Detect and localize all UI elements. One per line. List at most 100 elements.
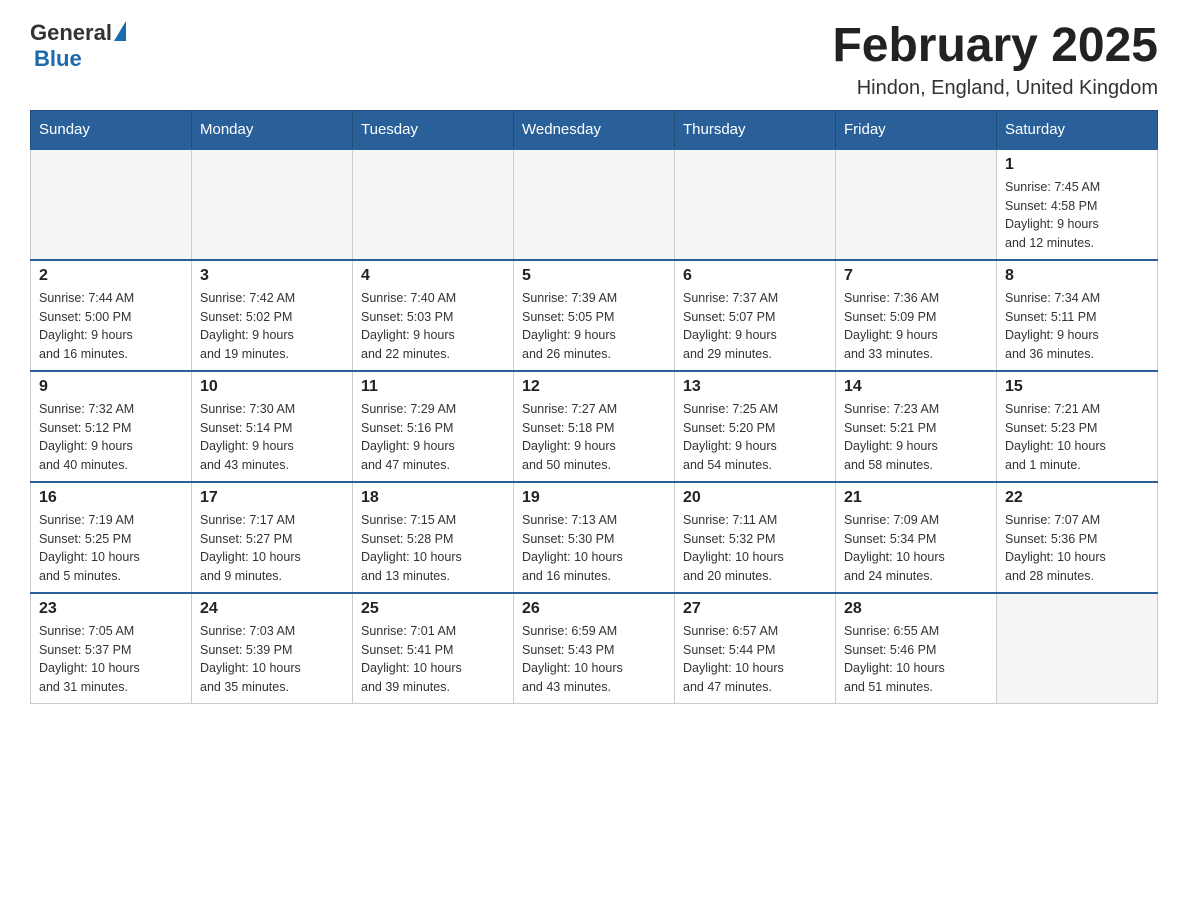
day-header-monday: Monday	[192, 110, 353, 149]
day-info: Sunrise: 7:36 AM Sunset: 5:09 PM Dayligh…	[844, 289, 988, 364]
calendar-cell	[514, 149, 675, 260]
day-number: 22	[1005, 489, 1149, 507]
calendar-cell: 16 Sunrise: 7:19 AM Sunset: 5:25 PM Dayli…	[31, 482, 192, 593]
calendar-cell: 23Sunrise: 7:05 AM Sunset: 5:37 PM Dayli…	[31, 593, 192, 704]
day-number: 4	[361, 267, 505, 285]
day-number: 9	[39, 378, 183, 396]
calendar-cell: 13 Sunrise: 7:25 AM Sunset: 5:20 PM Dayli…	[675, 371, 836, 482]
calendar-cell: 11 Sunrise: 7:29 AM Sunset: 5:16 PM Dayli…	[353, 371, 514, 482]
calendar-cell: 15 Sunrise: 7:21 AM Sunset: 5:23 PM Dayli…	[997, 371, 1158, 482]
day-info: Sunrise: 7:40 AM Sunset: 5:03 PM Dayligh…	[361, 289, 505, 364]
day-info: Sunrise: 7:07 AM Sunset: 5:36 PM Dayligh…	[1005, 511, 1149, 586]
day-number: 7	[844, 267, 988, 285]
day-info: Sunrise: 7:19 AM Sunset: 5:25 PM Dayligh…	[39, 511, 183, 586]
calendar-cell: 7 Sunrise: 7:36 AM Sunset: 5:09 PM Daylig…	[836, 260, 997, 371]
title-block: February 2025 Hindon, England, United Ki…	[832, 20, 1158, 100]
day-info: Sunrise: 7:37 AM Sunset: 5:07 PM Dayligh…	[683, 289, 827, 364]
calendar-cell: 25Sunrise: 7:01 AM Sunset: 5:41 PM Dayli…	[353, 593, 514, 704]
day-header-wednesday: Wednesday	[514, 110, 675, 149]
day-info: Sunrise: 7:39 AM Sunset: 5:05 PM Dayligh…	[522, 289, 666, 364]
day-info: Sunrise: 6:57 AM Sunset: 5:44 PM Dayligh…	[683, 622, 827, 697]
day-info: Sunrise: 7:32 AM Sunset: 5:12 PM Dayligh…	[39, 400, 183, 475]
calendar-cell: 22 Sunrise: 7:07 AM Sunset: 5:36 PM Dayli…	[997, 482, 1158, 593]
calendar-subtitle: Hindon, England, United Kingdom	[832, 77, 1158, 100]
day-number: 16	[39, 489, 183, 507]
day-number: 14	[844, 378, 988, 396]
calendar-cell: 27 Sunrise: 6:57 AM Sunset: 5:44 PM Dayli…	[675, 593, 836, 704]
logo-triangle-icon	[114, 21, 126, 41]
day-info: Sunrise: 7:30 AM Sunset: 5:14 PM Dayligh…	[200, 400, 344, 475]
calendar-cell: 8 Sunrise: 7:34 AM Sunset: 5:11 PM Daylig…	[997, 260, 1158, 371]
day-info: Sunrise: 6:59 AM Sunset: 5:43 PM Dayligh…	[522, 622, 666, 697]
day-info: Sunrise: 7:03 AM Sunset: 5:39 PM Dayligh…	[200, 622, 344, 697]
week-row-5: 23Sunrise: 7:05 AM Sunset: 5:37 PM Dayli…	[31, 593, 1158, 704]
calendar-cell: 4 Sunrise: 7:40 AM Sunset: 5:03 PM Daylig…	[353, 260, 514, 371]
day-info: Sunrise: 7:15 AM Sunset: 5:28 PM Dayligh…	[361, 511, 505, 586]
page-header: General Blue February 2025 Hindon, Engla…	[30, 20, 1158, 100]
day-number: 19	[522, 489, 666, 507]
calendar-cell	[675, 149, 836, 260]
day-number: 1	[1005, 156, 1149, 174]
day-info: Sunrise: 7:45 AM Sunset: 4:58 PM Dayligh…	[1005, 178, 1149, 253]
day-number: 6	[683, 267, 827, 285]
day-number: 23	[39, 600, 183, 618]
calendar-cell	[192, 149, 353, 260]
day-number: 27	[683, 600, 827, 618]
day-number: 10	[200, 378, 344, 396]
calendar-cell: 6 Sunrise: 7:37 AM Sunset: 5:07 PM Daylig…	[675, 260, 836, 371]
calendar-cell: 12 Sunrise: 7:27 AM Sunset: 5:18 PM Dayli…	[514, 371, 675, 482]
day-number: 5	[522, 267, 666, 285]
calendar-cell	[997, 593, 1158, 704]
day-number: 11	[361, 378, 505, 396]
calendar-cell: 14 Sunrise: 7:23 AM Sunset: 5:21 PM Dayli…	[836, 371, 997, 482]
header-row: SundayMondayTuesdayWednesdayThursdayFrid…	[31, 110, 1158, 149]
day-number: 28	[844, 600, 988, 618]
day-number: 13	[683, 378, 827, 396]
day-info: Sunrise: 7:21 AM Sunset: 5:23 PM Dayligh…	[1005, 400, 1149, 475]
calendar-cell: 17Sunrise: 7:17 AM Sunset: 5:27 PM Dayli…	[192, 482, 353, 593]
calendar-cell	[836, 149, 997, 260]
calendar-cell: 2 Sunrise: 7:44 AM Sunset: 5:00 PM Daylig…	[31, 260, 192, 371]
day-info: Sunrise: 7:44 AM Sunset: 5:00 PM Dayligh…	[39, 289, 183, 364]
day-info: Sunrise: 7:25 AM Sunset: 5:20 PM Dayligh…	[683, 400, 827, 475]
day-number: 26	[522, 600, 666, 618]
day-info: Sunrise: 7:11 AM Sunset: 5:32 PM Dayligh…	[683, 511, 827, 586]
day-number: 24	[200, 600, 344, 618]
day-number: 12	[522, 378, 666, 396]
day-number: 21	[844, 489, 988, 507]
day-info: Sunrise: 6:55 AM Sunset: 5:46 PM Dayligh…	[844, 622, 988, 697]
calendar-cell: 20 Sunrise: 7:11 AM Sunset: 5:32 PM Dayli…	[675, 482, 836, 593]
day-info: Sunrise: 7:27 AM Sunset: 5:18 PM Dayligh…	[522, 400, 666, 475]
day-header-friday: Friday	[836, 110, 997, 149]
day-number: 18	[361, 489, 505, 507]
week-row-3: 9 Sunrise: 7:32 AM Sunset: 5:12 PM Daylig…	[31, 371, 1158, 482]
calendar-cell: 28 Sunrise: 6:55 AM Sunset: 5:46 PM Dayli…	[836, 593, 997, 704]
calendar-title: February 2025	[832, 20, 1158, 73]
day-info: Sunrise: 7:23 AM Sunset: 5:21 PM Dayligh…	[844, 400, 988, 475]
day-info: Sunrise: 7:17 AM Sunset: 5:27 PM Dayligh…	[200, 511, 344, 586]
week-row-2: 2 Sunrise: 7:44 AM Sunset: 5:00 PM Daylig…	[31, 260, 1158, 371]
calendar-cell: 21 Sunrise: 7:09 AM Sunset: 5:34 PM Dayli…	[836, 482, 997, 593]
logo-general-text: General	[30, 20, 112, 46]
day-number: 15	[1005, 378, 1149, 396]
day-number: 20	[683, 489, 827, 507]
day-info: Sunrise: 7:29 AM Sunset: 5:16 PM Dayligh…	[361, 400, 505, 475]
day-info: Sunrise: 7:13 AM Sunset: 5:30 PM Dayligh…	[522, 511, 666, 586]
day-header-thursday: Thursday	[675, 110, 836, 149]
day-info: Sunrise: 7:09 AM Sunset: 5:34 PM Dayligh…	[844, 511, 988, 586]
week-row-4: 16 Sunrise: 7:19 AM Sunset: 5:25 PM Dayli…	[31, 482, 1158, 593]
day-info: Sunrise: 7:34 AM Sunset: 5:11 PM Dayligh…	[1005, 289, 1149, 364]
calendar-cell: 19 Sunrise: 7:13 AM Sunset: 5:30 PM Dayli…	[514, 482, 675, 593]
week-row-1: 1 Sunrise: 7:45 AM Sunset: 4:58 PM Daylig…	[31, 149, 1158, 260]
day-number: 25	[361, 600, 505, 618]
logo-blue-text: Blue	[34, 46, 82, 72]
day-number: 2	[39, 267, 183, 285]
day-number: 3	[200, 267, 344, 285]
calendar-cell: 18 Sunrise: 7:15 AM Sunset: 5:28 PM Dayli…	[353, 482, 514, 593]
day-header-tuesday: Tuesday	[353, 110, 514, 149]
calendar-cell: 9 Sunrise: 7:32 AM Sunset: 5:12 PM Daylig…	[31, 371, 192, 482]
day-info: Sunrise: 7:42 AM Sunset: 5:02 PM Dayligh…	[200, 289, 344, 364]
calendar-cell: 5 Sunrise: 7:39 AM Sunset: 5:05 PM Daylig…	[514, 260, 675, 371]
day-header-sunday: Sunday	[31, 110, 192, 149]
day-number: 8	[1005, 267, 1149, 285]
